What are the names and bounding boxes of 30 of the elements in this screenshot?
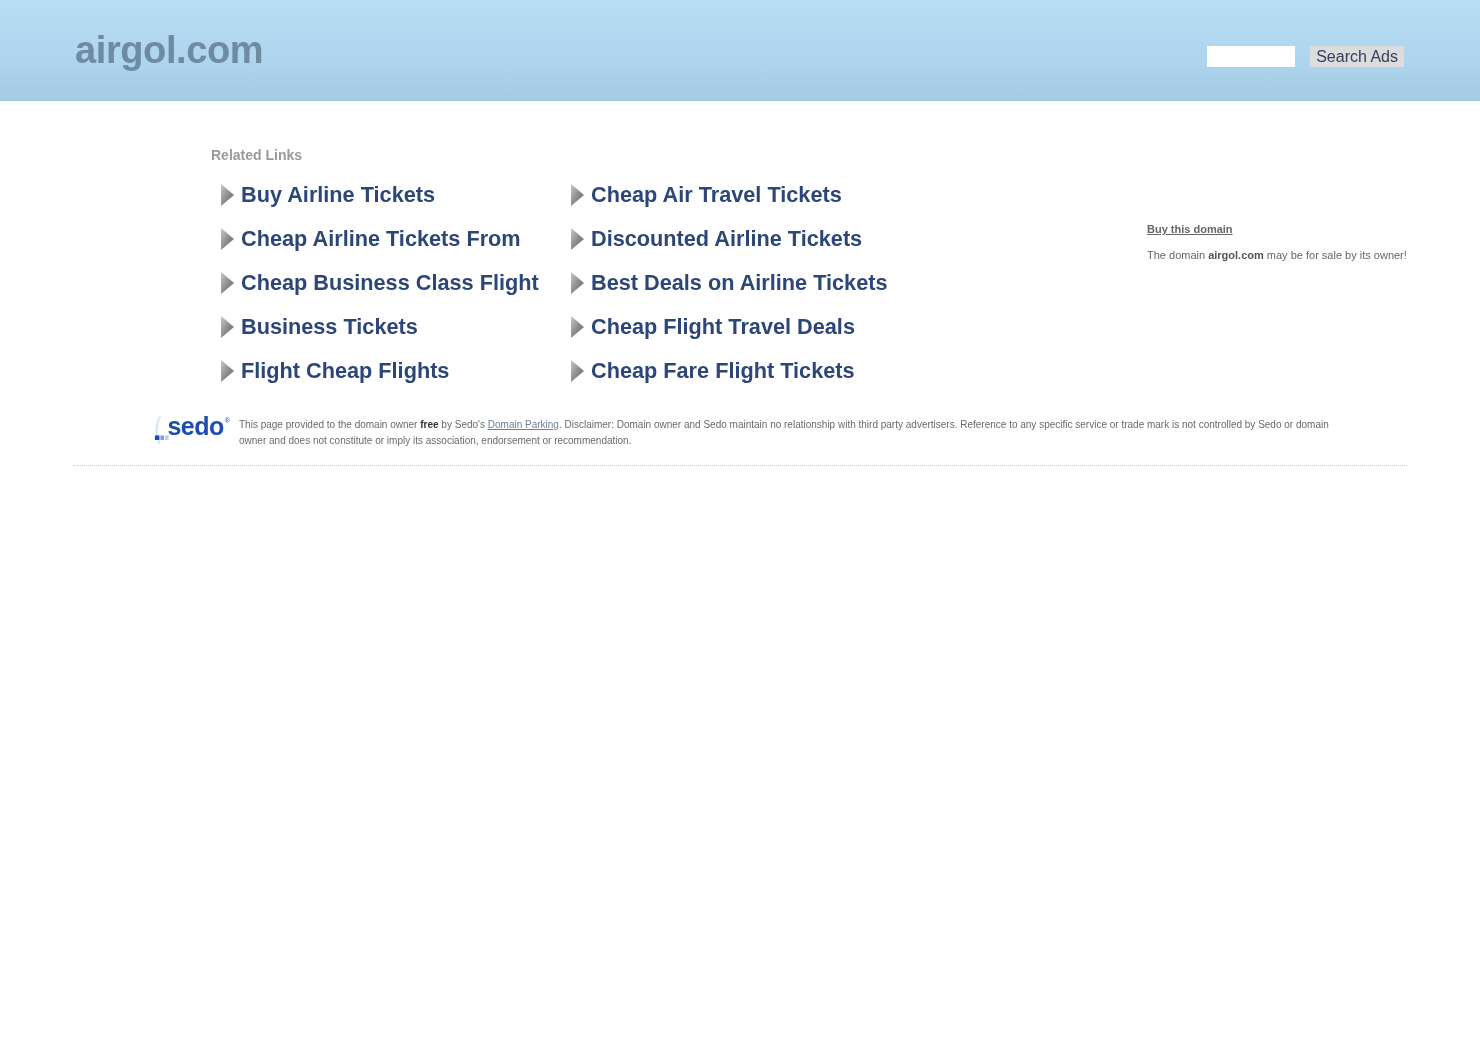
related-link[interactable]: Business Tickets [241, 314, 418, 340]
related-link[interactable]: Cheap Flight Travel Deals [591, 314, 855, 340]
sale-text: The domain airgol.com may be for sale by its owner! [1147, 248, 1407, 262]
buy-domain-link[interactable]: Buy this domain [1147, 222, 1233, 236]
related-link[interactable]: Buy Airline Tickets [241, 182, 436, 208]
related-link[interactable]: Flight Cheap Flights [241, 358, 450, 384]
related-link[interactable]: Cheap Airline Tickets From [241, 226, 521, 252]
triangle-arrow-icon [221, 272, 234, 294]
triangle-arrow-icon [571, 272, 584, 294]
triangle-arrow-icon [221, 316, 234, 338]
related-link[interactable]: Cheap Fare Flight Tickets [591, 358, 855, 384]
triangle-arrow-icon [571, 316, 584, 338]
triangle-arrow-icon [221, 360, 234, 382]
triangle-arrow-icon [571, 184, 584, 206]
arc-squares-icon [154, 413, 170, 447]
triangle-arrow-icon [221, 184, 234, 206]
triangle-arrow-icon [221, 228, 234, 250]
related-link[interactable]: Discounted Airline Tickets [591, 226, 863, 252]
related-link[interactable]: Cheap Air Travel Tickets [591, 182, 842, 208]
disclaimer-text: This page provided to the domain owner free by Sedo's Domain Parking. Disclaimer: Domain owner and Sedo maintain no relationship with third party advertisers. Reference to any specific service or trade mark is not controlled by Sedo or domain owner and does not constitute or imply its association, endorsement or recommendation. [239, 418, 1330, 448]
triangle-arrow-icon [571, 228, 584, 250]
search-field[interactable] [1207, 46, 1296, 67]
related-link[interactable]: Best Deals on Airline Tickets [591, 270, 888, 296]
section-title: Related Links [211, 146, 304, 164]
domain-parking-link[interactable]: Domain Parking [487, 419, 559, 430]
related-link[interactable]: Cheap Business Class Flight [241, 270, 539, 296]
site-logo: airgol.com [75, 28, 264, 72]
sedo-logo: sedo [167, 413, 224, 439]
search-button[interactable]: Search Ads [1310, 46, 1404, 67]
triangle-arrow-icon [571, 360, 584, 382]
